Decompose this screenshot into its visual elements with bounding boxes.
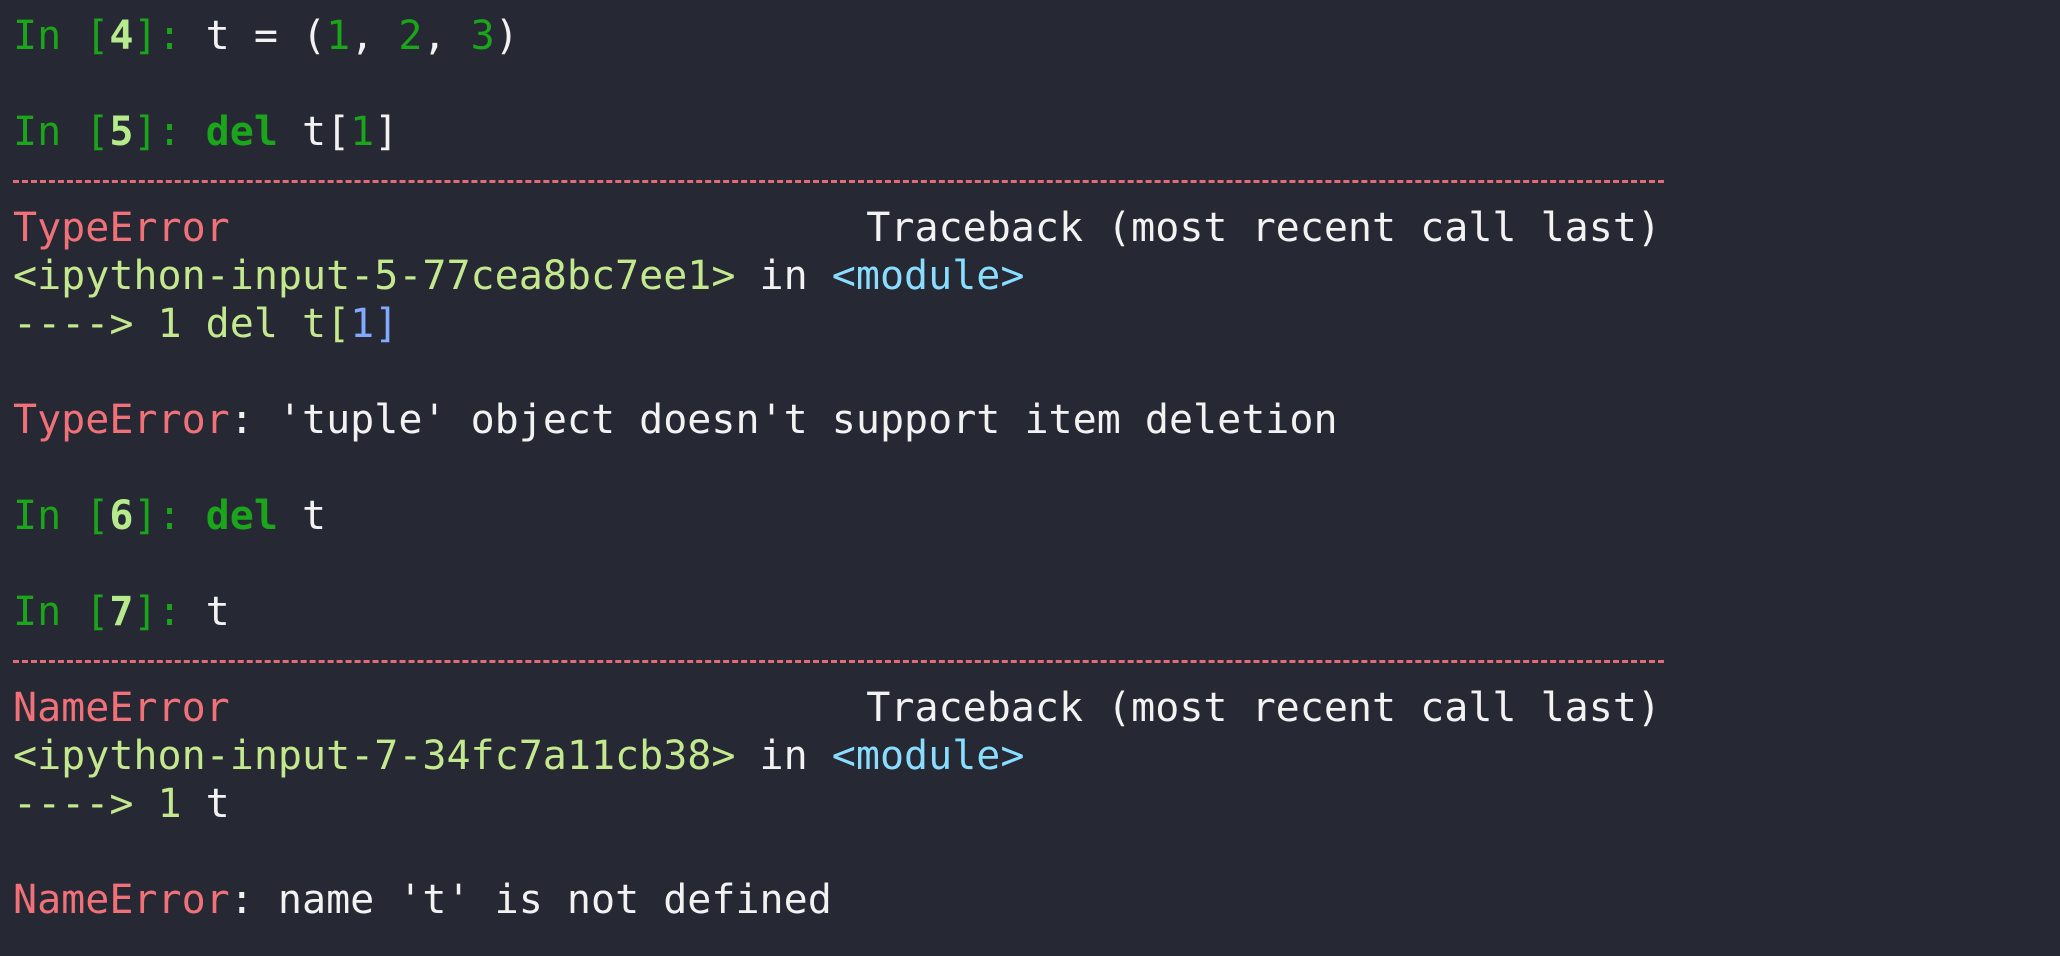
prompt-close: ]: — [133, 109, 206, 155]
literal-3: 3 — [470, 13, 495, 59]
traceback-label: Traceback (most recent call last) — [866, 205, 1661, 251]
prompt-close: ]: — [133, 13, 206, 59]
code-text: ] — [374, 301, 399, 347]
traceback-location: <ipython-input-7-34fc7a11cb38> in <modul… — [13, 732, 2060, 780]
input-cell-4: In [4]: t = (1, 2, 3) — [13, 12, 2060, 60]
traceback-divider — [13, 156, 2060, 204]
literal-1: 1 — [326, 13, 351, 59]
error-type: NameError — [13, 877, 230, 923]
line-arrow: ----> 1 — [13, 781, 206, 827]
code-text: ) — [494, 13, 519, 59]
prompt-close: ]: — [133, 493, 206, 539]
input-file-ref: <ipython-input-7-34fc7a11cb38> — [13, 733, 736, 779]
prompt-open: In [ — [13, 109, 110, 155]
traceback-header: TypeError Traceback (most recent call las… — [13, 204, 1661, 252]
prompt-number: 4 — [109, 13, 134, 59]
traceback-header: NameError Traceback (most recent call las… — [13, 684, 1661, 732]
code-text: t — [205, 781, 230, 827]
prompt-number: 5 — [109, 109, 134, 155]
error-type: TypeError — [13, 205, 230, 251]
literal-2: 2 — [398, 13, 423, 59]
prompt-open: In [ — [13, 589, 110, 635]
module-ref: <module> — [831, 253, 1025, 299]
in-word: in — [735, 733, 832, 779]
code-text: t = ( — [205, 13, 327, 59]
error-text: : name 't' is not defined — [229, 877, 832, 923]
error-text: : 'tuple' object doesn't support item de… — [229, 397, 1338, 443]
traceback-code-line: ----> 1 del t[1] — [13, 300, 2060, 348]
code-text: del t[ — [205, 301, 351, 347]
code-text: t — [205, 589, 230, 635]
literal-index: 1 — [350, 109, 375, 155]
input-cell-5: In [5]: del t[1] — [13, 108, 2060, 156]
separator: , — [422, 13, 471, 59]
error-type: NameError — [13, 685, 230, 731]
module-ref: <module> — [831, 733, 1025, 779]
input-cell-7: In [7]: t — [13, 588, 2060, 636]
keyword-del: del — [205, 493, 278, 539]
traceback-label: Traceback (most recent call last) — [866, 685, 1661, 731]
prompt-number: 6 — [109, 493, 134, 539]
code-text: ] — [374, 109, 399, 155]
error-message: TypeError: 'tuple' object doesn't suppor… — [13, 396, 2060, 444]
index-literal: 1 — [350, 301, 375, 347]
prompt-number: 7 — [109, 589, 134, 635]
input-cell-6: In [6]: del t — [13, 492, 2060, 540]
error-message: NameError: name 't' is not defined — [13, 876, 2060, 924]
traceback-code-line: ----> 1 t — [13, 780, 2060, 828]
keyword-del: del — [205, 109, 278, 155]
ipython-terminal[interactable]: In [4]: t = (1, 2, 3) In [5]: del t[1] T… — [0, 0, 2060, 956]
separator: , — [350, 13, 399, 59]
error-type: TypeError — [13, 397, 230, 443]
in-word: in — [735, 253, 832, 299]
prompt-open: In [ — [13, 13, 110, 59]
input-file-ref: <ipython-input-5-77cea8bc7ee1> — [13, 253, 736, 299]
code-text: t[ — [277, 109, 351, 155]
prompt-open: In [ — [13, 493, 110, 539]
traceback-location: <ipython-input-5-77cea8bc7ee1> in <modul… — [13, 252, 2060, 300]
code-text: t — [277, 493, 327, 539]
line-arrow: ----> 1 — [13, 301, 206, 347]
traceback-divider — [13, 636, 2060, 684]
prompt-close: ]: — [133, 589, 206, 635]
